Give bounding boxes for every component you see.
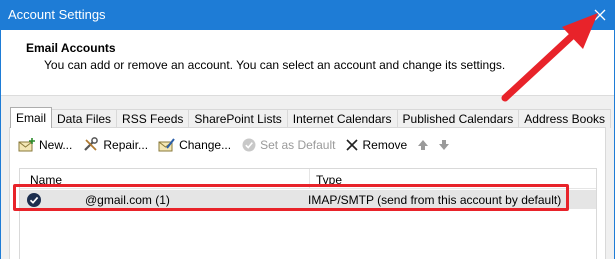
column-name-header[interactable]: Name: [20, 169, 310, 188]
header-subtitle: You can add or remove an account. You ca…: [44, 58, 506, 72]
repair-button-label: Repair...: [103, 138, 149, 152]
new-button-label: New...: [39, 138, 73, 152]
arrow-down-icon: [439, 140, 450, 150]
set-default-button[interactable]: Set as Default: [241, 137, 335, 153]
tab-internet-calendars[interactable]: Internet Calendars: [286, 109, 398, 128]
dialog-body: Email Accounts You can add or remove an …: [0, 30, 615, 259]
account-row[interactable]: @gmail.com (1) IMAP/SMTP (send from this…: [20, 190, 596, 209]
account-list: Name Type @gmail.com (1) IMAP/SMTP (send…: [19, 168, 597, 259]
dialog-header: Email Accounts You can add or remove an …: [1, 30, 614, 96]
tab-rss-feeds[interactable]: RSS Feeds: [116, 109, 190, 128]
new-button[interactable]: New...: [18, 137, 72, 153]
account-type: IMAP/SMTP (send from this account by def…: [308, 193, 562, 207]
arrow-up-icon: [418, 140, 429, 150]
set-default-label: Set as Default: [260, 138, 336, 152]
repair-button[interactable]: Repair...: [82, 137, 148, 153]
remove-x-icon: [346, 139, 359, 151]
default-account-icon: [26, 192, 42, 211]
change-icon: [158, 138, 175, 152]
remove-button-label: Remove: [362, 138, 408, 152]
account-name: @gmail.com (1): [85, 193, 170, 207]
change-button[interactable]: Change...: [158, 137, 231, 153]
tab-email[interactable]: Email: [10, 107, 53, 128]
repair-icon: [84, 137, 99, 151]
move-down-button[interactable]: [438, 139, 453, 151]
new-account-icon: [18, 138, 35, 152]
tab-published-calendars[interactable]: Published Calendars: [396, 109, 520, 128]
close-icon: [594, 9, 606, 21]
remove-button[interactable]: Remove: [345, 138, 407, 152]
email-tab-panel: New... Repair... Change... Set as Defaul…: [9, 127, 606, 259]
tab-data-files[interactable]: Data Files: [51, 109, 118, 128]
move-up-button[interactable]: [417, 139, 432, 151]
close-button[interactable]: [585, 0, 615, 30]
title-bar: Account Settings: [0, 0, 615, 30]
content-area: Email Data Files RSS Feeds SharePoint Li…: [1, 96, 614, 259]
tab-address-books[interactable]: Address Books: [518, 109, 611, 128]
account-toolbar: New... Repair... Change... Set as Defaul…: [18, 135, 459, 155]
change-button-label: Change...: [179, 138, 232, 152]
column-type-header[interactable]: Type: [310, 169, 596, 188]
window-title: Account Settings: [8, 7, 106, 22]
tab-strip: Email Data Files RSS Feeds SharePoint Li…: [10, 107, 611, 128]
header-title: Email Accounts: [26, 41, 116, 55]
check-circle-icon: [242, 138, 256, 152]
list-header: Name Type: [20, 169, 596, 189]
tab-sharepoint-lists[interactable]: SharePoint Lists: [188, 109, 288, 128]
